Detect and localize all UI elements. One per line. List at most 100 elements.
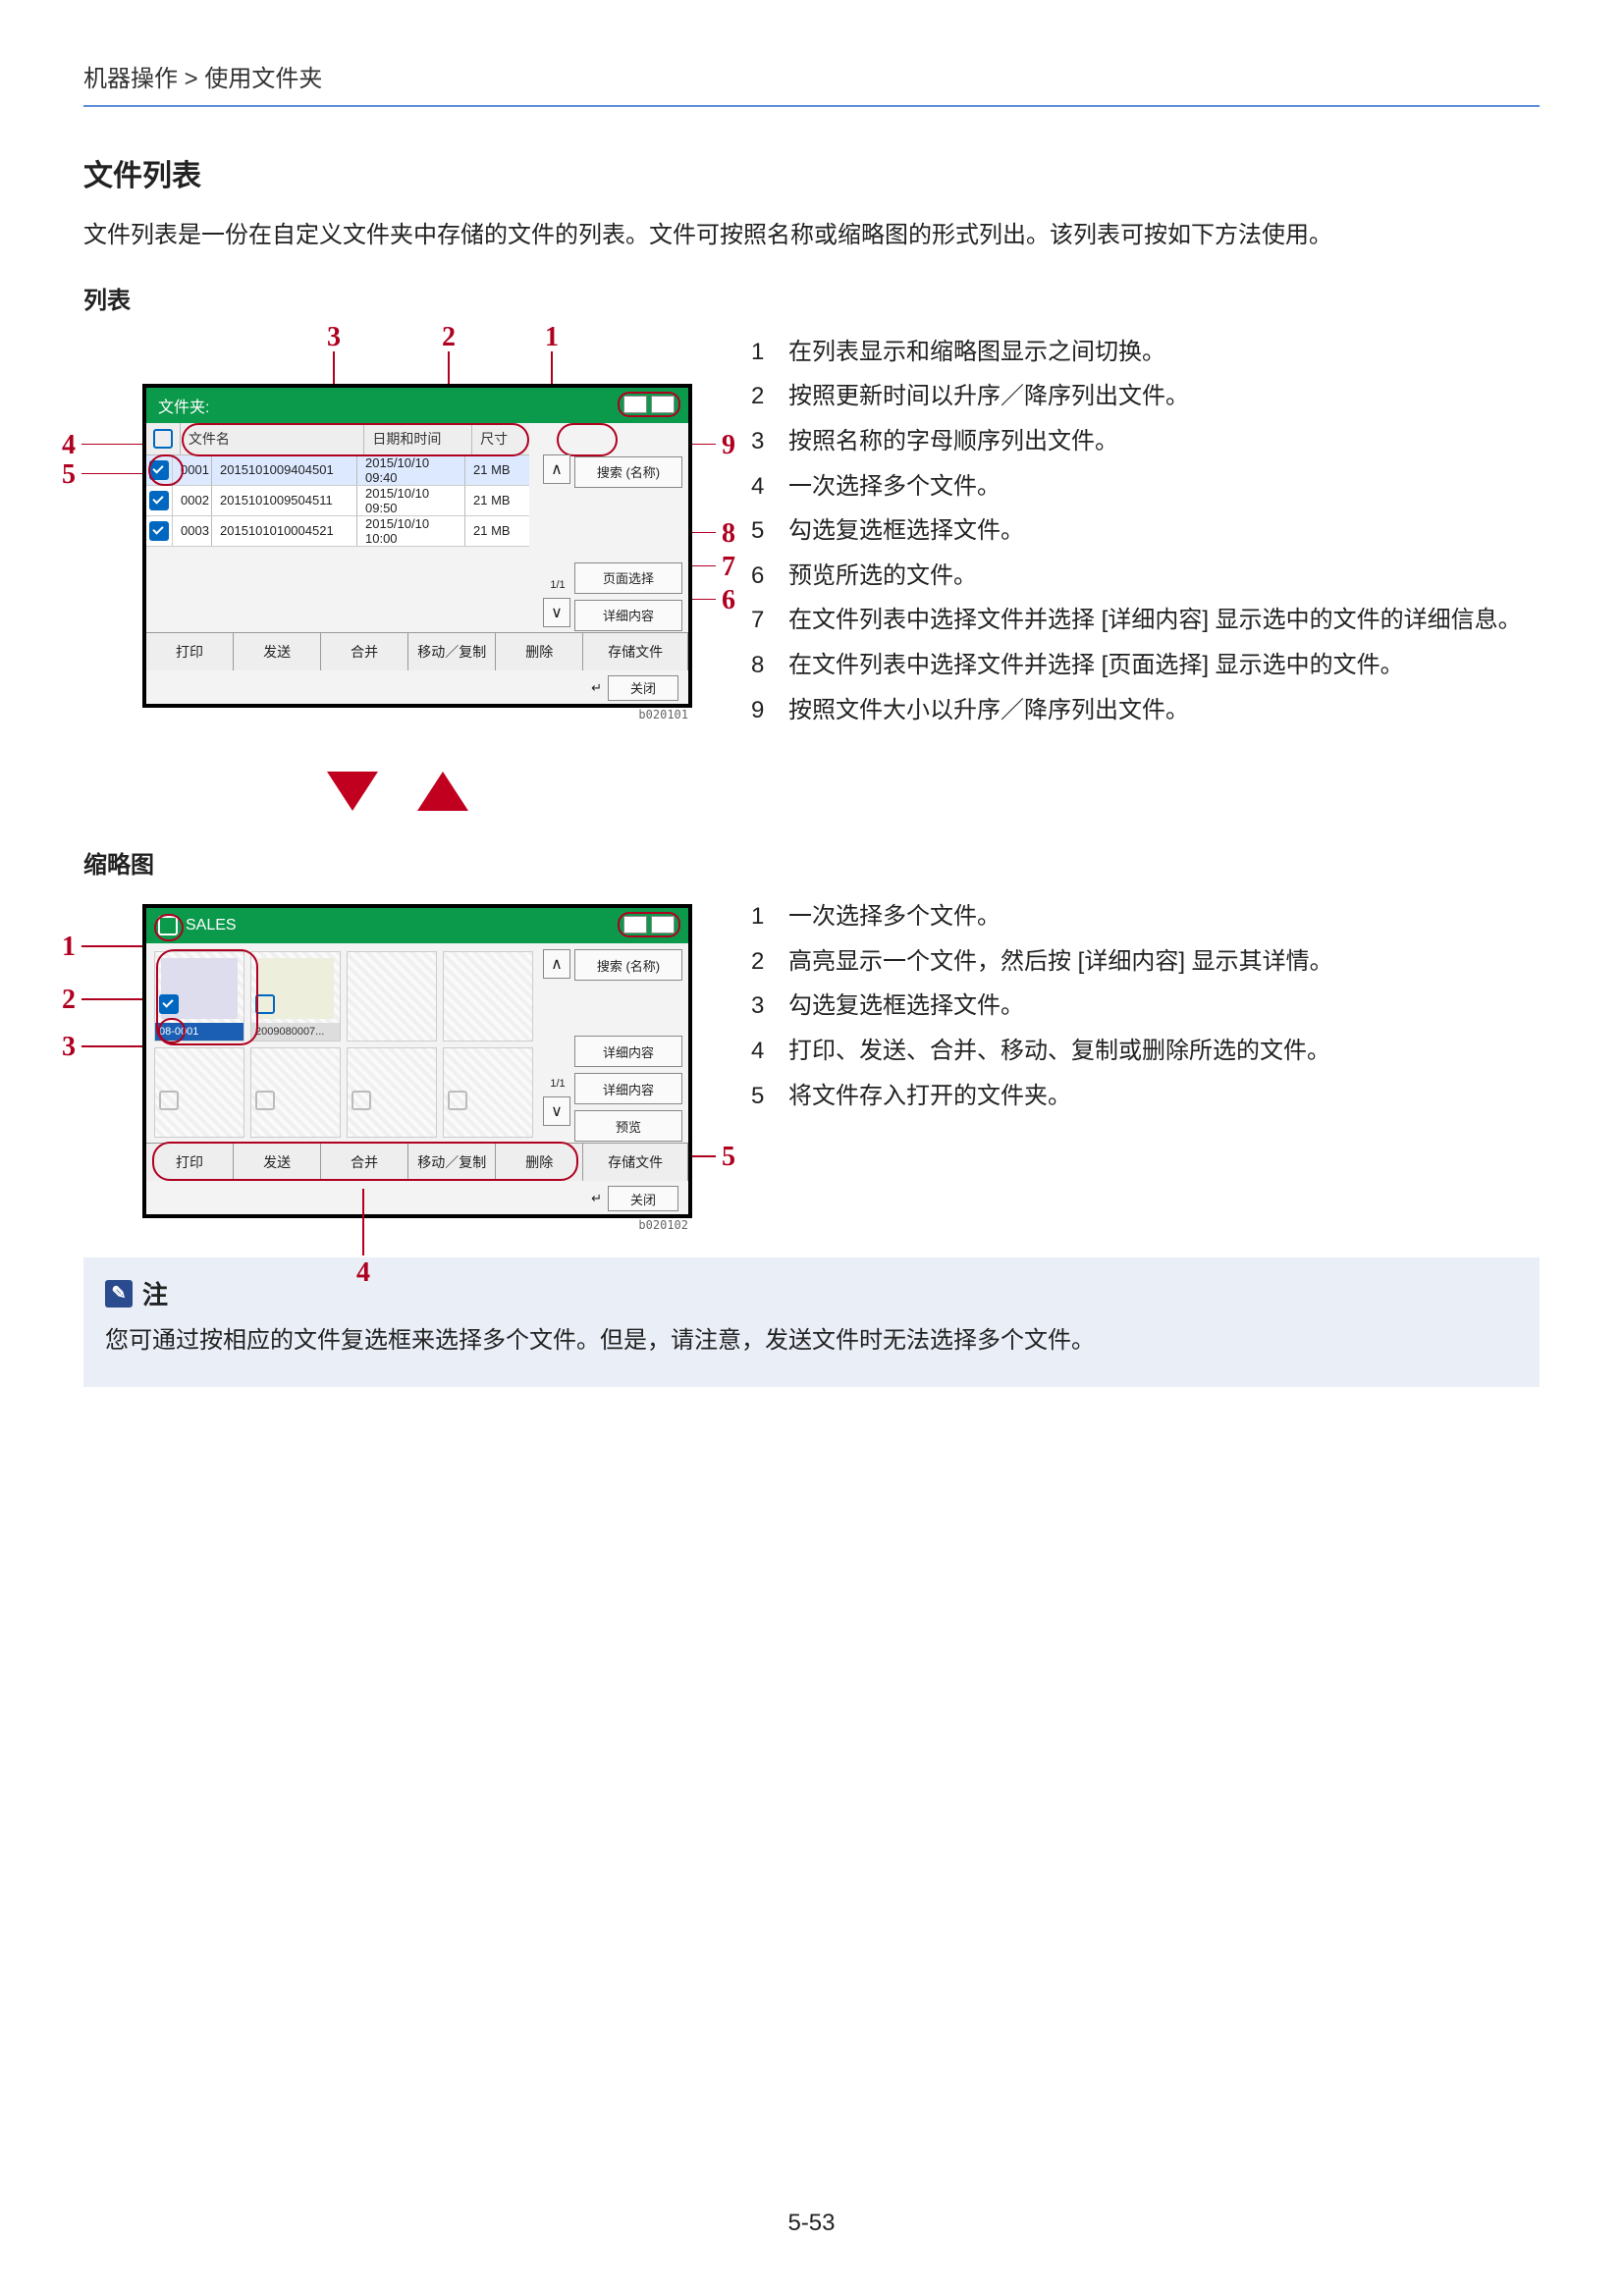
move-copy-button[interactable]: 移动／复制 [408, 1144, 496, 1181]
header-rule [83, 105, 1540, 107]
callout-4: 4 [62, 430, 76, 461]
callout-5: 5 [62, 459, 76, 491]
callout-3: 3 [62, 1032, 76, 1063]
thumb-grid-wrap: 08-0001 2009080007... [146, 943, 541, 1144]
note-text: 您可通过按相应的文件复选框来选择多个文件。但是，请注意，发送文件时无法选择多个文… [105, 1321, 1518, 1362]
thumb-item[interactable]: 08-0001 [154, 951, 244, 1041]
merge-button[interactable]: 合并 [321, 633, 408, 670]
list-block: 3 2 1 4 5 9 8 7 6 文件夹: [83, 330, 1540, 732]
thumb-item-empty [347, 951, 437, 1041]
panel-titlebar: 文件夹: [146, 388, 688, 423]
legend-3: 勾选复选框选择文件。 [788, 984, 1540, 1029]
merge-button[interactable]: 合并 [321, 1144, 408, 1181]
row-checkbox[interactable] [146, 455, 173, 485]
bottom-bar: 打印 发送 合并 移动／复制 删除 存储文件 [146, 1143, 688, 1181]
row-checkbox[interactable] [146, 516, 173, 546]
scroll-up[interactable]: ∧ [543, 454, 570, 484]
image-id: b020101 [638, 708, 688, 721]
callout-7: 7 [722, 552, 735, 583]
send-button[interactable]: 发送 [234, 633, 321, 670]
select-all-checkbox[interactable] [146, 423, 181, 454]
callout-4: 4 [356, 1257, 370, 1289]
thumb-view-icon[interactable] [651, 916, 675, 934]
row-no: 0002 [173, 486, 212, 515]
legend-2: 按照更新时间以升序／降序列出文件。 [788, 374, 1540, 419]
list-view-icon[interactable] [623, 916, 647, 934]
print-button[interactable]: 打印 [146, 633, 234, 670]
table-header: 文件名 日期和时间 尺寸 [146, 423, 529, 455]
section-list-heading: 列表 [83, 281, 1540, 315]
legend-5: 勾选复选框选择文件。 [788, 508, 1540, 554]
row-checkbox[interactable] [146, 486, 173, 515]
callout-2: 2 [442, 322, 456, 353]
close-bar: ↵ 关闭 [146, 672, 688, 704]
callout-3: 3 [327, 322, 341, 353]
delete-button[interactable]: 删除 [496, 633, 583, 670]
store-button[interactable]: 存储文件 [583, 1144, 688, 1181]
page-indicator: 1/1 [545, 1073, 570, 1095]
transition-arrows [83, 772, 712, 816]
row-date: 2015/10/10 10:00 [357, 516, 465, 546]
table-row[interactable]: 0001 2015101009404501 2015/10/10 09:40 2… [146, 455, 529, 486]
callout-9: 9 [722, 430, 735, 461]
preview-button[interactable]: 预览 [574, 1110, 682, 1142]
page-title: 文件列表 [83, 151, 1540, 194]
move-copy-button[interactable]: 移动／复制 [408, 633, 496, 670]
page-indicator: 1/1 [545, 574, 570, 596]
close-button[interactable]: 关闭 [608, 675, 678, 701]
thumb-grid: 08-0001 2009080007... [146, 943, 541, 1146]
row-no: 0003 [173, 516, 212, 546]
thumb-item-empty [154, 1047, 244, 1138]
search-button[interactable]: 搜索 (名称) [574, 949, 682, 981]
table-row[interactable]: 0003 2015101010004521 2015/10/10 10:00 2… [146, 516, 529, 547]
row-no: 0001 [173, 455, 212, 485]
legend-4: 打印、发送、合并、移动、复制或删除所选的文件。 [788, 1029, 1540, 1074]
search-button[interactable]: 搜索 (名称) [574, 456, 682, 488]
triangle-down-icon [327, 772, 378, 811]
callout-6: 6 [722, 585, 735, 616]
panel-title: SALES [186, 917, 237, 934]
send-button[interactable]: 发送 [234, 1144, 321, 1181]
thumb-view-icon[interactable] [651, 396, 675, 413]
close-bar: ↵ 关闭 [146, 1183, 688, 1214]
close-button[interactable]: 关闭 [608, 1186, 678, 1211]
intro-paragraph: 文件列表是一份在自定义文件夹中存储的文件的列表。文件可按照名称或缩略图的形式列出… [83, 216, 1540, 256]
callout-8: 8 [722, 518, 735, 550]
callout-5: 5 [722, 1142, 735, 1173]
table-row[interactable]: 0002 2015101009504511 2015/10/10 09:50 2… [146, 486, 529, 516]
section-thumb-heading: 缩略图 [83, 845, 1540, 880]
list-view-icon[interactable] [623, 396, 647, 413]
thumb-checkbox[interactable] [255, 994, 275, 1019]
thumb-label: 08-0001 [155, 1023, 243, 1041]
note-label: 注 [142, 1275, 168, 1311]
detail-button[interactable]: 详细内容 [574, 600, 682, 631]
scroll-down[interactable]: ∨ [543, 1096, 570, 1126]
select-all-checkbox[interactable] [158, 916, 178, 935]
legend-2: 高亮显示一个文件，然后按 [详细内容] 显示其详情。 [788, 939, 1540, 985]
callout-2: 2 [62, 985, 76, 1016]
page-select-button[interactable]: 页面选择 [574, 562, 682, 594]
row-size: 21 MB [465, 455, 522, 485]
thumb-label: 2009080007... [251, 1023, 340, 1041]
scroll-up[interactable]: ∧ [543, 949, 570, 979]
enter-icon: ↵ [591, 1191, 602, 1206]
detail-button[interactable]: 详细内容 [574, 1036, 682, 1067]
thumb-checkbox[interactable] [159, 994, 179, 1019]
thumb-figure: 1 2 3 5 SALES [83, 894, 712, 1218]
col-date[interactable]: 日期和时间 [364, 423, 472, 454]
list-legend: 1在列表显示和缩略图显示之间切换。 2按照更新时间以升序／降序列出文件。 3按照… [751, 330, 1540, 732]
store-button[interactable]: 存储文件 [583, 633, 688, 670]
size-highlight [557, 423, 618, 456]
col-name[interactable]: 文件名 [181, 423, 365, 454]
delete-button[interactable]: 删除 [496, 1144, 583, 1181]
view-toggle[interactable] [618, 392, 680, 417]
print-button[interactable]: 打印 [146, 1144, 234, 1181]
thumb-item[interactable]: 2009080007... [250, 951, 341, 1041]
detail-button[interactable]: 详细内容 [574, 1073, 682, 1104]
view-toggle[interactable] [618, 912, 680, 937]
scroll-down[interactable]: ∨ [543, 598, 570, 627]
row-name: 2015101010004521 [212, 516, 357, 546]
legend-7: 在文件列表中选择文件并选择 [详细内容] 显示选中的文件的详细信息。 [788, 598, 1540, 643]
col-size[interactable]: 尺寸 [472, 423, 529, 454]
row-date: 2015/10/10 09:50 [357, 486, 465, 515]
